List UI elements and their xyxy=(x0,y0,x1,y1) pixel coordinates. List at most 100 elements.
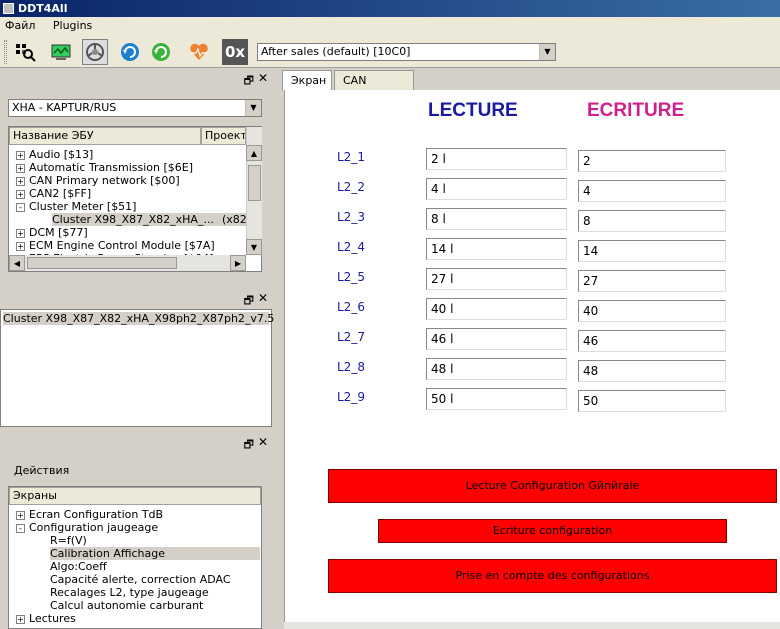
expand-icon[interactable]: + xyxy=(16,228,25,238)
tab-screen[interactable]: Экран xyxy=(282,70,332,91)
read-value-field: 27 l xyxy=(426,268,567,290)
ecu-tree-item[interactable]: + Audio [$13] xyxy=(16,148,244,161)
dock-splitter[interactable] xyxy=(276,68,282,629)
float-icon[interactable]: 🗗 xyxy=(244,72,254,91)
param-label: L2_4 xyxy=(337,240,365,254)
ecu-vscrollbar[interactable]: ▲ ▼ xyxy=(246,127,262,255)
scroll-down-icon[interactable]: ▼ xyxy=(246,239,262,255)
ecu-tree-item[interactable]: + CAN2 [$FF] xyxy=(16,187,244,200)
vehicle-select[interactable]: XHA - KAPTUR/RUS ▼ xyxy=(8,99,262,117)
collapse-icon[interactable]: - xyxy=(16,202,25,212)
write-value-input[interactable]: 4 xyxy=(578,180,726,202)
ecu-tree-item-label: ECM Engine Control Module [$7A] xyxy=(29,239,215,252)
screen-tree-item[interactable]: Algo:Coeff xyxy=(50,560,260,573)
refresh-button[interactable] xyxy=(117,39,143,65)
collapse-icon[interactable]: - xyxy=(16,523,25,533)
close-icon[interactable]: ✕ xyxy=(258,435,268,449)
close-icon[interactable]: ✕ xyxy=(258,291,268,305)
screen-tree-item[interactable]: Calibration Affichage xyxy=(50,547,260,560)
read-value-field: 48 l xyxy=(426,358,567,380)
param-label: L2_1 xyxy=(337,150,365,164)
ecu-tree-item[interactable]: Cluster X98_X87_X82_xHA_... (x82/x8 xyxy=(52,213,246,226)
screen-tree-item-label: Ecran Configuration TdB xyxy=(29,508,164,521)
ecu-column-projects[interactable]: Проекты xyxy=(201,127,246,145)
chevron-down-icon[interactable]: ▼ xyxy=(539,44,555,60)
scroll-right-icon[interactable]: ▶ xyxy=(230,255,246,271)
screen-tree-item-label: Calibration Affichage xyxy=(50,547,166,560)
expand-icon[interactable]: + xyxy=(16,614,25,624)
write-value-input[interactable]: 2 xyxy=(578,150,726,172)
read-value-field: 46 l xyxy=(426,328,567,350)
ecu-tree-item-project: (x82/x8 xyxy=(221,213,246,226)
ecu-tree-item[interactable]: + DCM [$77] xyxy=(16,226,244,239)
scroll-left-icon[interactable]: ◀ xyxy=(9,255,25,271)
ecu-tree-item[interactable]: + ECM Engine Control Module [$7A] xyxy=(16,239,244,252)
ecu-screen: LECTURE ECRITURE L2_1 2 l 2 L2_2 4 l 4 L2_3 8 l… xyxy=(284,90,780,629)
param-label: L2_6 xyxy=(337,300,365,314)
screen-tree-item[interactable]: Recalages L2, type jaugeage xyxy=(50,586,260,599)
scroll-up-icon[interactable]: ▲ xyxy=(246,145,262,161)
write-config-button[interactable]: Ecriture configuration xyxy=(378,519,727,543)
list-item[interactable]: Cluster X98_X87_X82_xHA_X98ph2_X87ph2_v7… xyxy=(3,312,274,325)
menu-bar: Файл Plugins xyxy=(0,17,780,35)
ecu-tree-item[interactable]: - Cluster Meter [$51] xyxy=(16,200,244,213)
screen-tree-item[interactable]: - Configuration jaugeage xyxy=(16,521,260,534)
menu-file[interactable]: Файл xyxy=(5,19,35,32)
tab-can-sniffer[interactable]: CAN Sniffer xyxy=(334,70,414,106)
health-button[interactable] xyxy=(186,39,212,65)
hscroll-thumb[interactable] xyxy=(27,257,177,269)
screen-tree-item[interactable]: Capacité alerte, correction ADAC xyxy=(50,573,260,586)
ecu-tree-item[interactable]: + CAN Primary network [$00] xyxy=(16,174,244,187)
read-value-field: 14 l xyxy=(426,238,567,260)
screen-tree-item[interactable]: + Ecran Configuration TdB xyxy=(16,508,260,521)
scan-icon xyxy=(16,44,36,62)
session-select[interactable]: After sales (default) [10C0] ▼ xyxy=(257,43,556,61)
screen-tree-item-label: Calcul autonomie carburant xyxy=(50,599,204,612)
title-bar: DDT4All xyxy=(0,0,780,17)
scroll-thumb[interactable] xyxy=(248,165,261,201)
chevron-down-icon[interactable]: ▼ xyxy=(245,100,261,116)
ecu-column-name[interactable]: Название ЭБУ xyxy=(9,127,201,145)
demo-mode-button[interactable] xyxy=(82,39,108,65)
expand-icon[interactable]: + xyxy=(16,150,25,160)
db-list: Cluster X98_X87_X82_xHA_X98ph2_X87ph2_v7… xyxy=(0,309,274,427)
param-label: L2_3 xyxy=(337,210,365,224)
read-value-field: 2 l xyxy=(426,148,567,170)
hex-mode-button[interactable]: 0x xyxy=(222,39,248,65)
heading-read: LECTURE xyxy=(428,100,518,121)
float-icon[interactable]: 🗗 xyxy=(244,436,254,455)
menu-plugins[interactable]: Plugins xyxy=(53,19,92,32)
expand-icon[interactable]: + xyxy=(16,241,25,251)
write-value-input[interactable]: 27 xyxy=(578,270,726,292)
expand-icon[interactable]: + xyxy=(16,176,25,186)
write-value-input[interactable]: 14 xyxy=(578,240,726,262)
ecu-tree-item[interactable]: + Automatic Transmission [$6E] xyxy=(16,161,244,174)
auto-refresh-icon xyxy=(152,43,170,61)
scan-button[interactable] xyxy=(12,39,38,65)
hex-label: 0x xyxy=(224,43,246,61)
refresh-icon xyxy=(121,43,139,61)
toolbar-grip[interactable] xyxy=(4,40,7,64)
read-value-field: 50 l xyxy=(426,388,567,410)
write-value-input[interactable]: 8 xyxy=(578,210,726,232)
expand-icon[interactable]: + xyxy=(16,510,25,520)
auto-refresh-button[interactable] xyxy=(148,39,174,65)
expand-icon[interactable]: + xyxy=(16,189,25,199)
close-icon[interactable]: ✕ xyxy=(258,71,268,85)
ecu-tree-item-label: Cluster X98_X87_X82_xHA_... xyxy=(52,213,214,226)
write-value-input[interactable]: 50 xyxy=(578,390,726,412)
screen-tree-item[interactable]: + Lectures xyxy=(16,612,260,625)
screen-tree-item[interactable]: Calcul autonomie carburant xyxy=(50,599,260,612)
write-value-input[interactable]: 46 xyxy=(578,330,726,352)
expand-icon[interactable]: + xyxy=(16,163,25,173)
log-button[interactable] xyxy=(48,39,74,65)
write-value-input[interactable]: 48 xyxy=(578,360,726,382)
screen-hscrollbar[interactable] xyxy=(284,622,780,629)
read-config-button[interactable]: Lecture Configuration Gйnйrale xyxy=(328,469,777,503)
actions-dock-header: 🗗 ✕ xyxy=(0,434,276,452)
ecu-hscrollbar[interactable]: ◀ ▶ xyxy=(9,255,246,271)
apply-config-button[interactable]: Prise en compte des configurations xyxy=(328,559,777,593)
write-value-input[interactable]: 40 xyxy=(578,300,726,322)
screen-tree-item[interactable]: R=f(V) xyxy=(50,534,260,547)
screens-column-header[interactable]: Экраны xyxy=(9,487,261,505)
